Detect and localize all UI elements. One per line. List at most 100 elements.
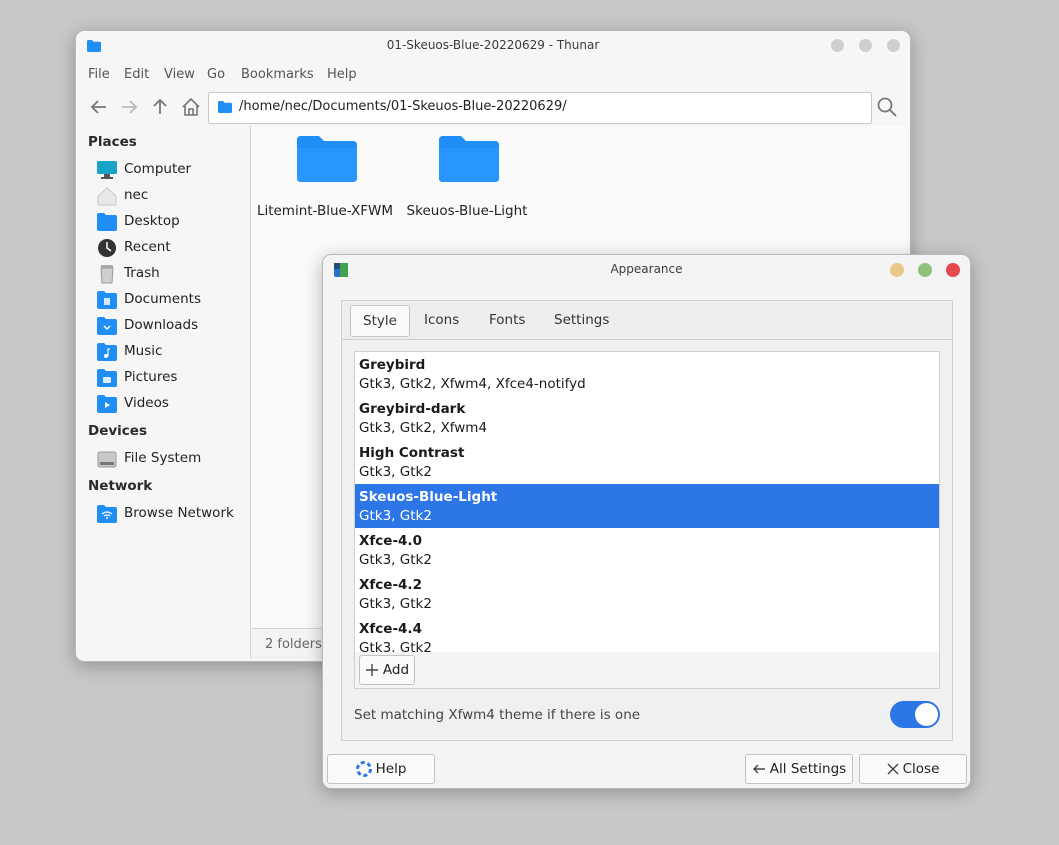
status-text: 2 folders xyxy=(265,637,322,652)
sidebar-item-label: nec xyxy=(124,187,149,203)
sidebar-item-browse-network[interactable]: Browse Network xyxy=(96,502,246,526)
theme-support: Gtk3, Gtk2, Xfwm4 xyxy=(359,420,488,436)
all-settings-label: All Settings xyxy=(769,761,847,777)
matching-theme-toggle[interactable] xyxy=(890,701,940,728)
theme-list[interactable]: Greybird Gtk3, Gtk2, Xfwm4, Xfce4-notify… xyxy=(354,351,940,653)
home-folder-icon xyxy=(97,187,117,206)
close-icon xyxy=(887,763,899,775)
sidebar-item-label: Trash xyxy=(124,265,160,281)
list-item[interactable]: Xfce-4.2 Gtk3, Gtk2 xyxy=(355,572,939,616)
theme-name: Greybird xyxy=(359,357,426,373)
close-button[interactable] xyxy=(887,39,900,52)
pictures-folder-icon xyxy=(97,369,117,387)
theme-support: Gtk3, Gtk2 xyxy=(359,508,432,524)
sidebar-item-label: Videos xyxy=(124,395,169,411)
tab-fonts[interactable]: Fonts xyxy=(477,305,537,335)
back-icon[interactable] xyxy=(86,94,112,120)
sidebar-item-documents[interactable]: Documents xyxy=(96,288,246,312)
theme-name: Skeuos-Blue-Light xyxy=(359,489,498,505)
folder-item[interactable]: Skeuos-Blue-Light xyxy=(397,126,537,221)
list-item[interactable]: Greybird Gtk3, Gtk2, Xfwm4, Xfce4-notify… xyxy=(355,352,939,396)
help-label: Help xyxy=(375,761,407,777)
close-button[interactable] xyxy=(946,263,960,277)
sidebar-item-music[interactable]: Music xyxy=(96,340,246,364)
menu-help[interactable]: Help xyxy=(327,67,357,82)
places-heading: Places xyxy=(88,134,137,150)
add-label: Add xyxy=(382,662,410,678)
folder-label: Skeuos-Blue-Light xyxy=(406,203,528,219)
maximize-button[interactable] xyxy=(918,263,932,277)
network-icon xyxy=(97,505,117,523)
theme-name: Greybird-dark xyxy=(359,401,466,417)
trash-icon xyxy=(100,265,114,284)
sidebar-item-videos[interactable]: Videos xyxy=(96,392,246,416)
sidebar-item-file-system[interactable]: File System xyxy=(96,447,246,471)
documents-folder-icon xyxy=(97,291,117,309)
sidebar-item-trash[interactable]: Trash xyxy=(96,262,246,286)
menu-go[interactable]: Go xyxy=(207,67,225,82)
sidebar-item-nec[interactable]: nec xyxy=(96,184,246,208)
help-button[interactable]: Help xyxy=(327,754,435,784)
tab-style[interactable]: Style xyxy=(350,305,410,337)
folder-icon xyxy=(297,136,357,182)
theme-support: Gtk3, Gtk2, Xfwm4, Xfce4-notifyd xyxy=(359,376,586,392)
forward-icon[interactable] xyxy=(116,94,142,120)
minimize-button[interactable] xyxy=(831,39,844,52)
matching-theme-label: Set matching Xfwm4 theme if there is one xyxy=(354,707,641,723)
sidebar-item-computer[interactable]: Computer xyxy=(96,158,246,182)
sidebar-item-pictures[interactable]: Pictures xyxy=(96,366,246,390)
theme-name: Xfce-4.2 xyxy=(359,577,422,593)
sidebar-item-label: File System xyxy=(124,450,202,466)
music-folder-icon xyxy=(97,343,117,361)
sidebar-item-label: Computer xyxy=(124,161,192,177)
plus-icon xyxy=(365,664,378,676)
desktop-folder-icon xyxy=(97,213,117,231)
maximize-button[interactable] xyxy=(859,39,872,52)
menubar: File Edit View Go Bookmarks Help xyxy=(76,65,910,87)
tab-settings[interactable]: Settings xyxy=(542,305,621,335)
location-path: /home/nec/Documents/01-Skeuos-Blue-20220… xyxy=(239,99,567,114)
list-item[interactable]: Xfce-4.0 Gtk3, Gtk2 xyxy=(355,528,939,572)
tab-bar: Style Icons Fonts Settings xyxy=(342,301,952,340)
theme-support: Gtk3, Gtk2 xyxy=(359,464,432,480)
tab-icons[interactable]: Icons xyxy=(412,305,471,335)
menu-bookmarks[interactable]: Bookmarks xyxy=(241,67,314,82)
sidebar-item-label: Recent xyxy=(124,239,171,255)
menu-view[interactable]: View xyxy=(164,67,195,82)
folder-item[interactable]: Litemint-Blue-XFWM xyxy=(255,126,395,221)
add-theme-button[interactable]: Add xyxy=(359,655,415,685)
list-item-selected[interactable]: Skeuos-Blue-Light Gtk3, Gtk2 xyxy=(355,484,939,528)
search-icon[interactable] xyxy=(874,94,900,120)
menu-file[interactable]: File xyxy=(88,67,110,82)
list-item[interactable]: Greybird-dark Gtk3, Gtk2, Xfwm4 xyxy=(355,396,939,440)
list-item[interactable]: Xfce-4.4 Gtk3, Gtk2 xyxy=(355,616,939,652)
up-icon[interactable] xyxy=(147,94,173,120)
sidebar-item-desktop[interactable]: Desktop xyxy=(96,210,246,234)
arrow-left-icon xyxy=(752,764,765,774)
clock-icon xyxy=(98,239,116,257)
sidebar-item-label: Pictures xyxy=(124,369,178,385)
minimize-button[interactable] xyxy=(890,263,904,277)
thunar-titlebar[interactable]: 01-Skeuos-Blue-20220629 - Thunar xyxy=(76,31,910,61)
theme-support: Gtk3, Gtk2 xyxy=(359,552,432,568)
downloads-folder-icon xyxy=(97,317,117,335)
sidebar-item-downloads[interactable]: Downloads xyxy=(96,314,246,338)
folder-label: Litemint-Blue-XFWM xyxy=(256,203,394,219)
toolbar: /home/nec/Documents/01-Skeuos-Blue-20220… xyxy=(76,89,910,125)
menu-edit[interactable]: Edit xyxy=(124,67,149,82)
sidebar-item-label: Downloads xyxy=(124,317,199,333)
folder-icon xyxy=(218,101,232,113)
home-icon[interactable] xyxy=(178,94,204,120)
theme-name: Xfce-4.4 xyxy=(359,621,422,637)
sidebar-item-recent[interactable]: Recent xyxy=(96,236,246,260)
location-bar[interactable]: /home/nec/Documents/01-Skeuos-Blue-20220… xyxy=(208,92,872,124)
list-item[interactable]: High Contrast Gtk3, Gtk2 xyxy=(355,440,939,484)
devices-heading: Devices xyxy=(88,423,147,439)
close-dialog-button[interactable]: Close xyxy=(859,754,967,784)
window-title: Appearance xyxy=(610,262,683,276)
close-label: Close xyxy=(902,761,940,777)
theme-support: Gtk3, Gtk2 xyxy=(359,596,432,612)
computer-icon xyxy=(97,161,117,179)
appearance-titlebar[interactable]: Appearance xyxy=(323,255,970,285)
all-settings-button[interactable]: All Settings xyxy=(745,754,853,784)
